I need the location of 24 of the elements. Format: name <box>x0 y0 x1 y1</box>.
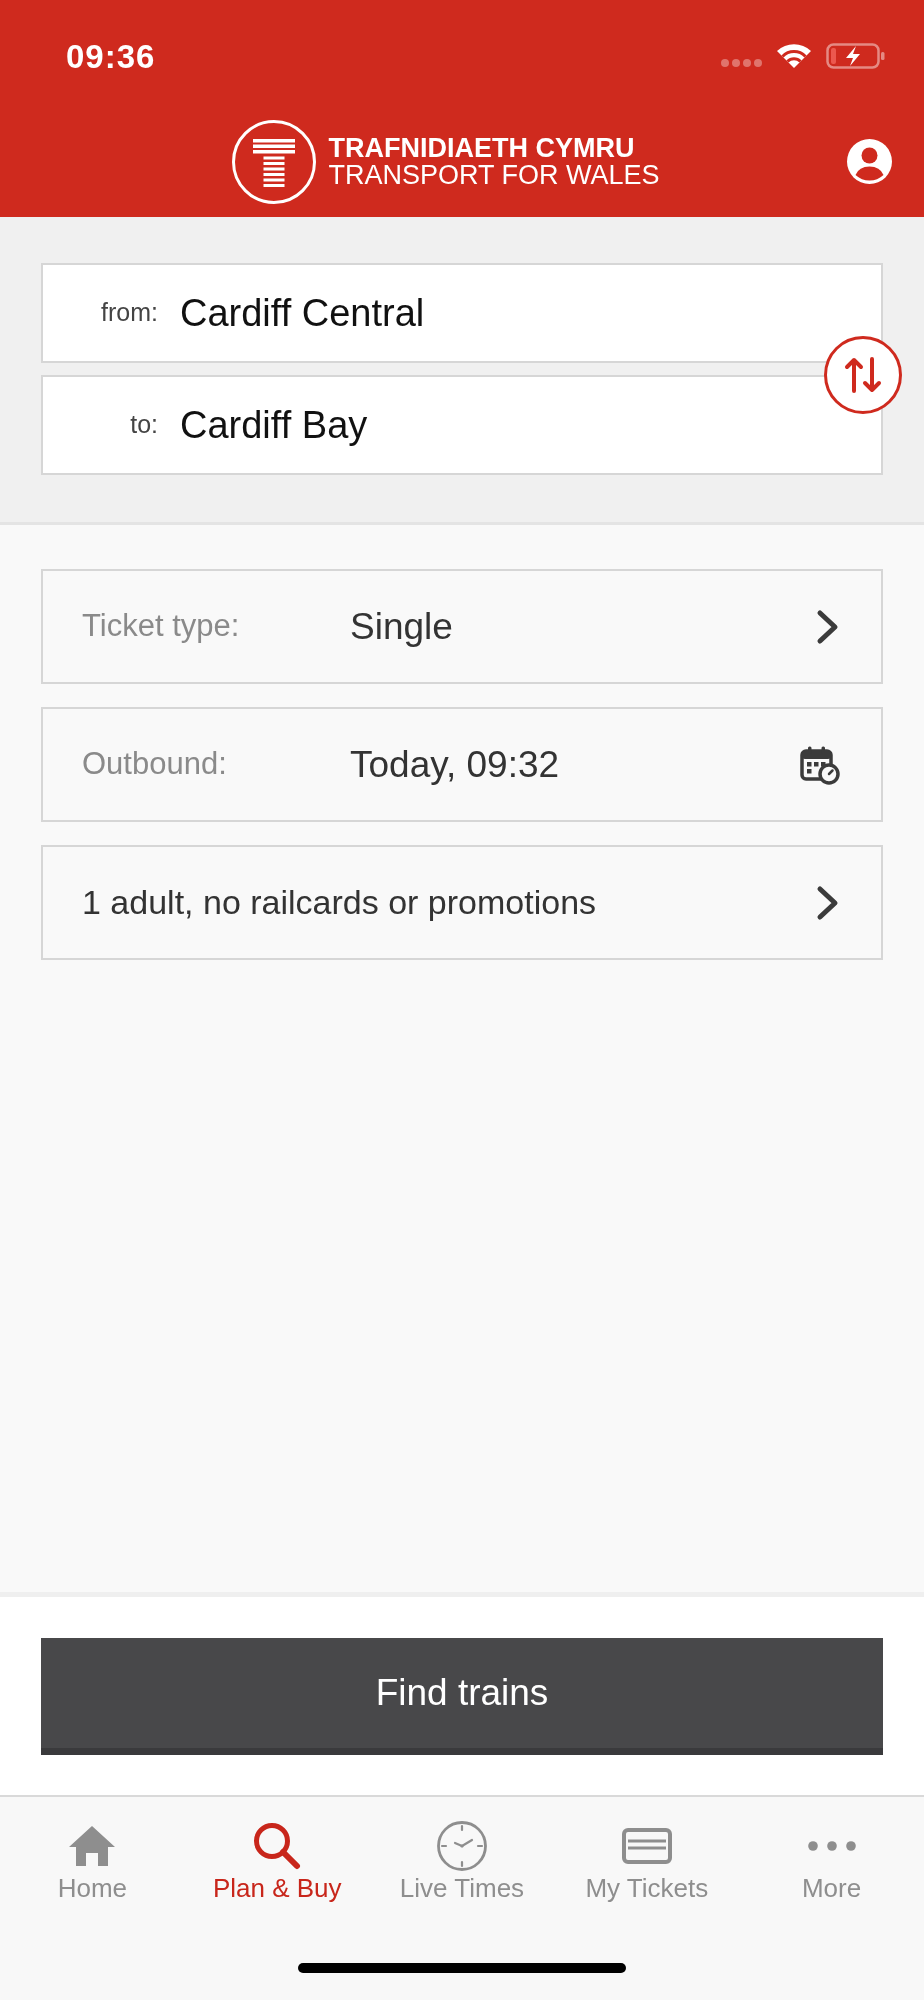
picker-row[interactable]: 1 adult, no railcards or promotions <box>41 845 883 960</box>
logo-icon <box>232 119 317 204</box>
search-icon <box>253 1822 302 1870</box>
profile-icon[interactable] <box>847 139 892 184</box>
chevron-right-icon <box>816 884 840 921</box>
station-field[interactable]: to: Cardiff Bay <box>41 375 883 475</box>
tab-item[interactable]: Plan & Buy <box>184 1797 370 1904</box>
date-time-row[interactable]: Outbound: Today, 09:32 <box>41 707 883 822</box>
chevron-right-icon <box>816 608 840 645</box>
signal-icon <box>721 59 762 67</box>
find-trains-button[interactable]: Find trains <box>41 1638 883 1755</box>
logo-text: TRANSPORT FOR WALES <box>328 161 660 189</box>
home-icon <box>68 1825 117 1867</box>
battery-icon <box>826 43 885 69</box>
picker-row[interactable]: Ticket type: Single <box>41 569 883 684</box>
swap-arrows-icon <box>844 357 882 393</box>
clock-icon <box>437 1821 487 1871</box>
calendar-clock-icon <box>800 744 840 785</box>
logo-text: TRAFNIDIAETH CYMRU <box>328 134 636 162</box>
wifi-icon <box>775 43 813 69</box>
more-icon <box>807 1841 856 1851</box>
card-icon <box>621 1828 672 1864</box>
status-time: 09:36 <box>66 39 156 73</box>
station-field[interactable]: from: Cardiff Central <box>41 263 883 363</box>
